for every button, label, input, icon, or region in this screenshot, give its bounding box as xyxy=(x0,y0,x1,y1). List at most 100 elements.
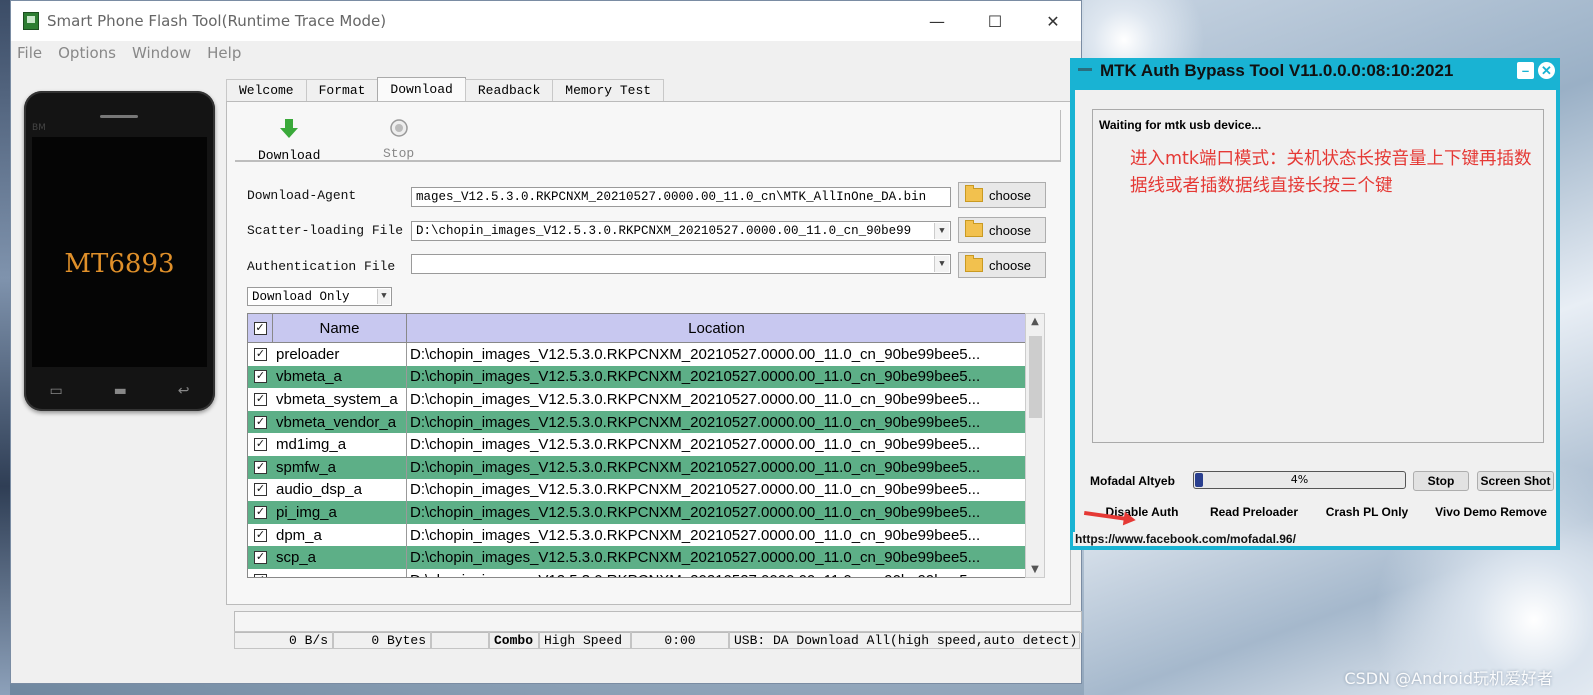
crash-pl-button[interactable]: Crash PL Only xyxy=(1315,502,1419,522)
tab-download[interactable]: Download xyxy=(377,77,466,101)
row-checkbox-cell[interactable]: ✓ xyxy=(248,347,273,361)
chip-name: MT6893 xyxy=(64,249,175,279)
choose-auth-button[interactable]: choose xyxy=(958,252,1046,278)
row-checkbox-cell[interactable]: ✓ xyxy=(248,438,273,452)
table-row[interactable]: ✓ vbmeta_vendor_a D:\chopin_images_V12.5.3… xyxy=(248,410,1026,434)
table-row[interactable]: ✓ dpm_a D:\chopin_images_V12.5.3.0.RKPCNXM… xyxy=(248,523,1026,547)
tab-format[interactable]: Format xyxy=(305,79,379,101)
row-checkbox[interactable]: ✓ xyxy=(254,483,267,497)
auth-file-select[interactable]: ▼ xyxy=(411,254,951,274)
select-all-cell[interactable]: ✓ xyxy=(248,314,273,342)
row-checkbox[interactable]: ✓ xyxy=(254,460,267,474)
table-row[interactable]: ✓ vbmeta_a D:\chopin_images_V12.5.3.0.RKPC… xyxy=(248,365,1026,389)
status-mode: High Speed xyxy=(539,631,631,649)
mtk-minimize-button[interactable]: – xyxy=(1517,62,1534,79)
row-checkbox-cell[interactable]: ✓ xyxy=(248,483,273,497)
mtk-log-status: Waiting for mtk usb device... xyxy=(1099,118,1262,132)
table-row[interactable]: ✓ vbmeta_system_a D:\chopin_images_V12.5.3… xyxy=(248,388,1026,411)
mtk-body: Waiting for mtk usb device... 进入mtk端口模式：… xyxy=(1075,90,1556,546)
row-checkbox-cell[interactable]: ✓ xyxy=(248,415,273,429)
scroll-down-icon[interactable]: ▼ xyxy=(1026,564,1044,575)
table-row[interactable]: ✓ sspm_aD:\chopin_images_V12.5.3.0.RKPCNX… xyxy=(248,568,1026,577)
read-preloader-button[interactable]: Read Preloader xyxy=(1201,502,1307,522)
row-checkbox-cell[interactable]: ✓ xyxy=(248,505,273,519)
row-checkbox[interactable]: ✓ xyxy=(254,370,267,384)
vivo-demo-remove-button[interactable]: Vivo Demo Remove xyxy=(1427,502,1555,522)
watermark: CSDN @Android玩机爱好者 xyxy=(1344,669,1553,688)
menu-window[interactable]: Window xyxy=(132,44,191,62)
row-checkbox-cell[interactable]: ✓ xyxy=(248,370,273,384)
row-checkbox-cell[interactable]: ✓ xyxy=(248,528,273,542)
tab-bar: Welcome Format Download Readback Memory … xyxy=(226,77,665,101)
close-button[interactable]: ✕ xyxy=(1030,1,1076,41)
menu-help[interactable]: Help xyxy=(207,44,241,62)
scatter-file-select[interactable]: D:\chopin_images_V12.5.3.0.RKPCNXM_20210… xyxy=(411,221,951,241)
column-name[interactable]: Name xyxy=(273,314,407,342)
mtk-log-note: 进入mtk端口模式：关机状态长按音量上下键再插数据线或者插数据线直接长按三个键 xyxy=(1130,149,1532,196)
row-checkbox[interactable]: ✓ xyxy=(254,573,267,577)
status-bytes: 0 Bytes xyxy=(333,631,431,649)
row-checkbox[interactable]: ✓ xyxy=(254,347,267,361)
partition-name: md1img_a xyxy=(273,433,407,456)
choose-download-agent-button[interactable]: choose xyxy=(958,182,1046,208)
download-arrow-icon xyxy=(280,119,299,138)
chevron-down-icon[interactable]: ▼ xyxy=(934,256,949,272)
menu-options[interactable]: Options xyxy=(58,44,116,62)
row-checkbox-cell[interactable]: ✓ xyxy=(248,551,273,565)
table-row[interactable]: ✓ pi_img_a D:\chopin_images_V12.5.3.0.RKPC… xyxy=(248,501,1026,524)
partition-location: D:\chopin_images_V12.5.3.0.RKPCNXM_20210… xyxy=(410,413,981,431)
row-checkbox[interactable]: ✓ xyxy=(254,528,267,542)
menu-file[interactable]: File xyxy=(17,44,42,62)
mtk-title-bar[interactable]: MTK Auth Bypass Tool V11.0.0.0:08:10:202… xyxy=(1070,58,1560,84)
auth-file-label: Authentication File xyxy=(247,259,396,274)
menu-bar: File Options Window Help xyxy=(11,41,1081,65)
row-checkbox-cell[interactable]: ✓ xyxy=(248,573,273,577)
chevron-down-icon[interactable]: ▼ xyxy=(934,223,949,239)
mtk-screenshot-button[interactable]: Screen Shot xyxy=(1477,471,1554,491)
table-row[interactable]: ✓ audio_dsp_a D:\chopin_images_V12.5.3.0.R… xyxy=(248,478,1026,502)
row-checkbox-cell[interactable]: ✓ xyxy=(248,460,273,474)
stop-tool-button[interactable]: Stop xyxy=(383,118,414,161)
folder-icon xyxy=(965,185,983,202)
mtk-title: MTK Auth Bypass Tool V11.0.0.0:08:10:202… xyxy=(1100,61,1454,80)
row-checkbox[interactable]: ✓ xyxy=(254,438,267,452)
download-tool-button[interactable]: Download xyxy=(258,118,320,163)
table-row[interactable]: ✓ scp_a D:\chopin_images_V12.5.3.0.RKPCNXM… xyxy=(248,546,1026,569)
scroll-thumb[interactable] xyxy=(1029,336,1042,418)
row-checkbox[interactable]: ✓ xyxy=(254,505,267,519)
row-checkbox[interactable]: ✓ xyxy=(254,392,267,406)
download-panel: Download Stop Download-Agent mages_V12.5… xyxy=(226,101,1071,605)
tab-welcome[interactable]: Welcome xyxy=(226,79,307,101)
table-row[interactable]: ✓ preloader D:\chopin_images_V12.5.3.0.RKP… xyxy=(248,343,1026,366)
mtk-stop-button[interactable]: Stop xyxy=(1413,471,1469,491)
maximize-button[interactable]: ☐ xyxy=(972,1,1018,41)
table-row[interactable]: ✓ md1img_a D:\chopin_images_V12.5.3.0.RKPC… xyxy=(248,433,1026,456)
title-bar[interactable]: Smart Phone Flash Tool(Runtime Trace Mod… xyxy=(11,1,1081,41)
download-tool-label: Download xyxy=(258,148,321,163)
column-location[interactable]: Location xyxy=(407,314,1026,342)
row-checkbox[interactable]: ✓ xyxy=(254,551,267,565)
row-checkbox[interactable]: ✓ xyxy=(254,415,267,429)
phone-image: BM MT6893 ▭ ▬ ↩ xyxy=(24,91,215,411)
app-icon xyxy=(23,12,39,30)
tab-memory-test[interactable]: Memory Test xyxy=(552,79,665,101)
choose-scatter-button[interactable]: choose xyxy=(958,217,1046,243)
chevron-down-icon[interactable]: ▼ xyxy=(377,289,390,304)
home-key-icon: ▬ xyxy=(113,383,127,399)
row-checkbox-cell[interactable]: ✓ xyxy=(248,392,273,406)
table-scrollbar[interactable]: ▲ ▼ xyxy=(1025,313,1045,578)
download-agent-label: Download-Agent xyxy=(247,188,357,203)
flash-tool-window: Smart Phone Flash Tool(Runtime Trace Mod… xyxy=(10,0,1082,684)
download-agent-field[interactable]: mages_V12.5.3.0.RKPCNXM_20210527.0000.00… xyxy=(411,187,951,207)
mode-select[interactable]: Download Only ▼ xyxy=(247,287,392,306)
tab-readback[interactable]: Readback xyxy=(464,79,554,101)
partition-name: sspm_a xyxy=(273,568,407,577)
disable-auth-button[interactable]: Disable Auth xyxy=(1090,502,1194,522)
scroll-up-icon[interactable]: ▲ xyxy=(1026,316,1044,327)
table-row[interactable]: ✓ spmfw_a D:\chopin_images_V12.5.3.0.RKPCN… xyxy=(248,455,1026,479)
select-all-checkbox[interactable]: ✓ xyxy=(253,321,267,335)
mtk-close-button[interactable]: ✕ xyxy=(1538,62,1555,79)
choose-label: choose xyxy=(989,222,1031,238)
facebook-link[interactable]: https://www.facebook.com/mofadal.96/ xyxy=(1073,532,1298,546)
minimize-button[interactable]: — xyxy=(914,1,960,41)
